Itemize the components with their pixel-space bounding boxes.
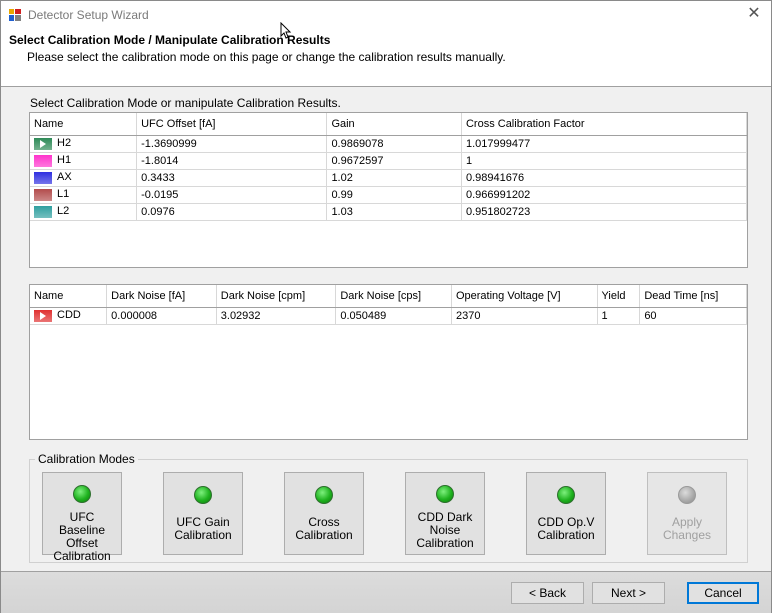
- channel-name: AX: [57, 171, 72, 184]
- gain-cell[interactable]: 1.02: [326, 169, 462, 187]
- channel-name: L1: [57, 188, 70, 201]
- table-row[interactable]: L1 -0.0195 0.99 0.966991202: [30, 186, 747, 204]
- gain-cell[interactable]: 0.99: [326, 186, 462, 204]
- column-header[interactable]: Name: [30, 285, 108, 308]
- color-swatch: [34, 137, 52, 150]
- calibration-results-grid[interactable]: Name UFC Offset [fA] Gain Cross Calibration…: [29, 112, 748, 268]
- cdd-results-grid[interactable]: Name Dark Noise [fA] Dark Noise [cpm] Dark …: [29, 284, 748, 440]
- name-cell[interactable]: CDD: [30, 307, 108, 325]
- cdd-dark-noise-button[interactable]: CDD Dark Noise Calibration: [405, 472, 485, 555]
- name-cell[interactable]: L2: [30, 203, 138, 221]
- color-swatch: [34, 171, 52, 184]
- status-led-icon: [194, 486, 212, 504]
- mouse-cursor-icon: [280, 22, 292, 39]
- status-led-icon: [73, 485, 91, 503]
- mode-button-label: Cross Calibration: [295, 515, 353, 542]
- table-row[interactable]: CDD 0.000008 3.02932 0.050489 2370 1 60: [30, 307, 747, 325]
- cross-calibration-cell[interactable]: 0.98941676: [461, 169, 747, 187]
- name-cell[interactable]: H2: [30, 135, 138, 153]
- ufc-baseline-offset-button[interactable]: UFC Baseline Offset Calibration: [42, 472, 122, 563]
- mode-button-label: UFC Gain Calibration: [174, 515, 232, 542]
- status-led-icon: [436, 485, 454, 503]
- ufc-gain-button[interactable]: UFC Gain Calibration: [163, 472, 243, 555]
- column-header[interactable]: Dead Time [ns]: [639, 285, 747, 308]
- color-swatch: [34, 205, 52, 218]
- mode-button-label: UFC Baseline Offset Calibration: [53, 510, 111, 563]
- app-icon: [9, 9, 21, 21]
- gain-cell[interactable]: 0.9869078: [326, 135, 462, 153]
- operating-voltage-cell[interactable]: 2370: [451, 307, 598, 325]
- back-button[interactable]: < Back: [511, 582, 584, 604]
- yield-cell[interactable]: 1: [597, 307, 641, 325]
- status-led-icon: [557, 486, 575, 504]
- ufc-offset-cell[interactable]: -1.3690999: [136, 135, 328, 153]
- apply-changes-button: Apply Changes: [647, 472, 727, 555]
- column-header[interactable]: Name: [30, 113, 138, 136]
- dark-noise-cpm-cell[interactable]: 3.02932: [216, 307, 337, 325]
- status-led-icon: [678, 486, 696, 504]
- mode-button-label: Apply Changes: [662, 515, 712, 542]
- cross-calibration-cell[interactable]: 1: [461, 152, 747, 170]
- mode-button-label: CDD Op.V Calibration: [537, 515, 595, 542]
- calibration-modes-group: [29, 459, 748, 563]
- column-header[interactable]: Dark Noise [cps]: [335, 285, 452, 308]
- gain-cell[interactable]: 0.9672597: [326, 152, 462, 170]
- column-header[interactable]: Operating Voltage [V]: [451, 285, 598, 308]
- name-cell[interactable]: L1: [30, 186, 138, 204]
- ufc-offset-cell[interactable]: 0.0976: [136, 203, 328, 221]
- page-subtitle: Please select the calibration mode on th…: [27, 50, 506, 64]
- dark-noise-fa-cell[interactable]: 0.000008: [106, 307, 217, 325]
- ufc-offset-cell[interactable]: 0.3433: [136, 169, 328, 187]
- gain-cell[interactable]: 1.03: [326, 203, 462, 221]
- calibration-modes-label: Calibration Modes: [35, 452, 138, 466]
- cross-calibration-cell[interactable]: 1.017999477: [461, 135, 747, 153]
- channel-name: H1: [57, 154, 72, 167]
- cross-calibration-button[interactable]: Cross Calibration: [284, 472, 364, 555]
- ufc-offset-cell[interactable]: -1.8014: [136, 152, 328, 170]
- column-header[interactable]: Dark Noise [cpm]: [216, 285, 337, 308]
- column-header[interactable]: Dark Noise [fA]: [106, 285, 217, 308]
- window-title: Detector Setup Wizard: [28, 8, 149, 22]
- title-bar: Detector Setup Wizard ✕: [1, 1, 771, 29]
- name-cell[interactable]: AX: [30, 169, 138, 187]
- column-header[interactable]: UFC Offset [fA]: [136, 113, 328, 136]
- cross-calibration-cell[interactable]: 0.966991202: [461, 186, 747, 204]
- row-selector-arrow-icon: [40, 311, 46, 320]
- column-header[interactable]: Gain: [326, 113, 462, 136]
- dead-time-cell[interactable]: 60: [639, 307, 747, 325]
- status-led-icon: [315, 486, 333, 504]
- dark-noise-cps-cell[interactable]: 0.050489: [335, 307, 452, 325]
- column-header[interactable]: Yield: [597, 285, 641, 308]
- channel-name: L2: [57, 205, 70, 218]
- cdd-opv-button[interactable]: CDD Op.V Calibration: [526, 472, 606, 555]
- cancel-button[interactable]: Cancel: [687, 582, 759, 604]
- table-row[interactable]: H1 -1.8014 0.9672597 1: [30, 152, 747, 170]
- channel-name: CDD: [57, 309, 81, 322]
- table-row[interactable]: H2 -1.3690999 0.9869078 1.017999477: [30, 135, 747, 153]
- table-row[interactable]: L2 0.0976 1.03 0.951802723: [30, 203, 747, 221]
- next-button[interactable]: Next >: [592, 582, 665, 604]
- row-selector-arrow-icon: [40, 139, 46, 148]
- color-swatch: [34, 154, 52, 167]
- wizard-header: Select Calibration Mode / Manipulate Cal…: [1, 29, 771, 87]
- mode-button-label: CDD Dark Noise Calibration: [416, 510, 474, 550]
- ufc-offset-cell[interactable]: -0.0195: [136, 186, 328, 204]
- channel-name: H2: [57, 137, 72, 150]
- color-swatch: [34, 188, 52, 201]
- table-row[interactable]: AX 0.3433 1.02 0.98941676: [30, 169, 747, 187]
- close-icon[interactable]: ✕: [745, 5, 763, 23]
- column-header[interactable]: Cross Calibration Factor: [461, 113, 747, 136]
- wizard-window: Detector Setup Wizard ✕ Select Calibrati…: [0, 0, 772, 613]
- cross-calibration-cell[interactable]: 0.951802723: [461, 203, 747, 221]
- color-swatch: [34, 309, 52, 322]
- name-cell[interactable]: H1: [30, 152, 138, 170]
- section-label: Select Calibration Mode or manipulate Ca…: [30, 96, 341, 110]
